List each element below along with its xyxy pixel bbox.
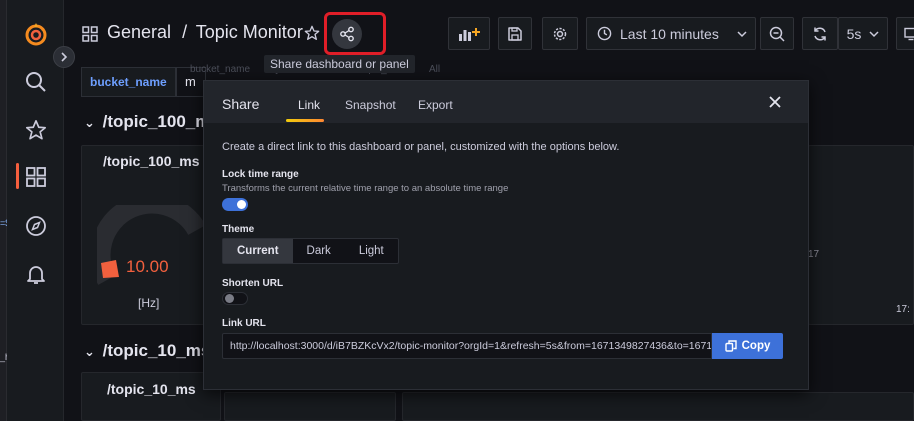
background-window-strip: =$ _h <box>0 0 10 421</box>
clock-icon <box>597 26 612 41</box>
theme-option-light[interactable]: Light <box>345 239 398 263</box>
theme-radio-group: Current Dark Light <box>222 238 399 264</box>
save-icon <box>508 26 522 41</box>
active-tab-indicator <box>286 119 324 122</box>
add-panel-icon <box>459 27 480 41</box>
refresh-button[interactable] <box>802 17 838 50</box>
search-icon[interactable] <box>21 67 51 97</box>
breadcrumb-folder[interactable]: General <box>107 22 171 42</box>
theme-option-current[interactable]: Current <box>223 239 293 263</box>
share-highlight-box <box>324 12 386 55</box>
chevron-down-icon <box>737 30 747 37</box>
panel-bottom-right[interactable] <box>402 392 914 421</box>
save-dashboard-button[interactable] <box>498 17 532 50</box>
tab-link[interactable]: Link <box>298 98 320 112</box>
row-title-text: /topic_100_m <box>102 112 211 131</box>
zoom-out-button[interactable] <box>760 17 794 50</box>
grafana-logo-icon[interactable] <box>21 19 51 49</box>
breadcrumb: General / Topic Monitor <box>107 22 303 43</box>
add-panel-button[interactable] <box>448 17 490 50</box>
copy-button[interactable]: Copy <box>712 333 783 359</box>
close-icon[interactable] <box>769 96 781 108</box>
chevron-down-icon <box>869 30 879 37</box>
monitor-icon <box>904 27 914 40</box>
copy-icon <box>724 340 737 352</box>
sidebar-expand-button[interactable] <box>53 46 75 68</box>
gauge-panel-title: /topic_100_ms <box>103 153 200 169</box>
variable-bg-value-2: All <box>429 64 441 75</box>
share-description: Create a direct link to this dashboard o… <box>222 141 620 153</box>
share-modal: Share Link Snapshot Export Create a dire… <box>203 80 809 390</box>
axis-tick-text: 17 <box>808 249 820 260</box>
row-header-topic-100[interactable]: ⌄ /topic_100_m <box>84 112 210 132</box>
share-tooltip: Share dashboard or panel <box>264 55 415 73</box>
modal-title: Share <box>222 96 260 112</box>
panel-bottom-middle[interactable] <box>224 392 396 421</box>
time-picker-button[interactable]: Last 10 minutes <box>586 17 756 50</box>
dashboard-nav-bar: General / Topic Monitor Last 10 minutes … <box>64 0 914 66</box>
explore-compass-icon[interactable] <box>21 211 51 241</box>
chevron-right-icon <box>61 52 68 62</box>
variable-bg-label: bucket_name <box>190 64 251 75</box>
refresh-interval-picker[interactable]: 5s <box>838 17 888 50</box>
shorten-url-label: Shorten URL <box>222 278 284 289</box>
tab-snapshot[interactable]: Snapshot <box>345 98 396 112</box>
gauge-value: 10.00 <box>126 257 169 276</box>
tab-export[interactable]: Export <box>418 98 453 112</box>
alerting-bell-icon[interactable] <box>21 259 51 289</box>
refresh-interval-label: 5s <box>846 25 862 42</box>
gear-icon <box>553 27 567 40</box>
row-header-topic-10[interactable]: ⌄ /topic_10_ms <box>84 341 210 361</box>
lock-time-range-toggle[interactable] <box>222 198 248 211</box>
copy-label: Copy <box>741 340 771 352</box>
gauge-unit: [Hz] <box>138 296 160 310</box>
time-range-label: Last 10 minutes <box>620 25 719 42</box>
star-icon[interactable] <box>21 115 51 145</box>
breadcrumb-separator: / <box>182 22 188 42</box>
dashboard-grid-icon <box>82 26 98 42</box>
row-title-text: /topic_10_ms <box>102 341 211 360</box>
timeseries-panel-right[interactable] <box>808 145 914 325</box>
refresh-icon <box>814 26 826 41</box>
modal-header: Share Link Snapshot Export <box>204 81 808 123</box>
chevron-down-icon: ⌄ <box>84 344 95 359</box>
lock-time-range-description: Transforms the current relative time ran… <box>222 183 509 194</box>
active-indicator <box>16 163 19 189</box>
gauge-panel-2-title: /topic_10_ms <box>107 381 196 397</box>
link-url-label: Link URL <box>222 318 266 329</box>
shorten-url-toggle[interactable] <box>222 292 248 305</box>
dashboard-settings-button[interactable] <box>542 17 578 50</box>
variable-label: bucket_name <box>81 67 176 97</box>
axis-tick-text: 17: <box>896 304 910 315</box>
dashboards-icon[interactable] <box>21 162 51 192</box>
lock-time-range-label: Lock time range <box>222 169 299 180</box>
link-url-input[interactable]: http://localhost:3000/d/iB7BZKcVx2/topic… <box>222 333 712 359</box>
chevron-down-icon: ⌄ <box>84 115 95 130</box>
breadcrumb-dashboard[interactable]: Topic Monitor <box>196 22 303 42</box>
zoom-out-icon <box>769 26 785 42</box>
theme-option-dark[interactable]: Dark <box>293 239 345 263</box>
mark-favorite-star-icon[interactable] <box>304 25 320 41</box>
theme-label: Theme <box>222 224 255 235</box>
tv-mode-button[interactable] <box>896 17 914 50</box>
